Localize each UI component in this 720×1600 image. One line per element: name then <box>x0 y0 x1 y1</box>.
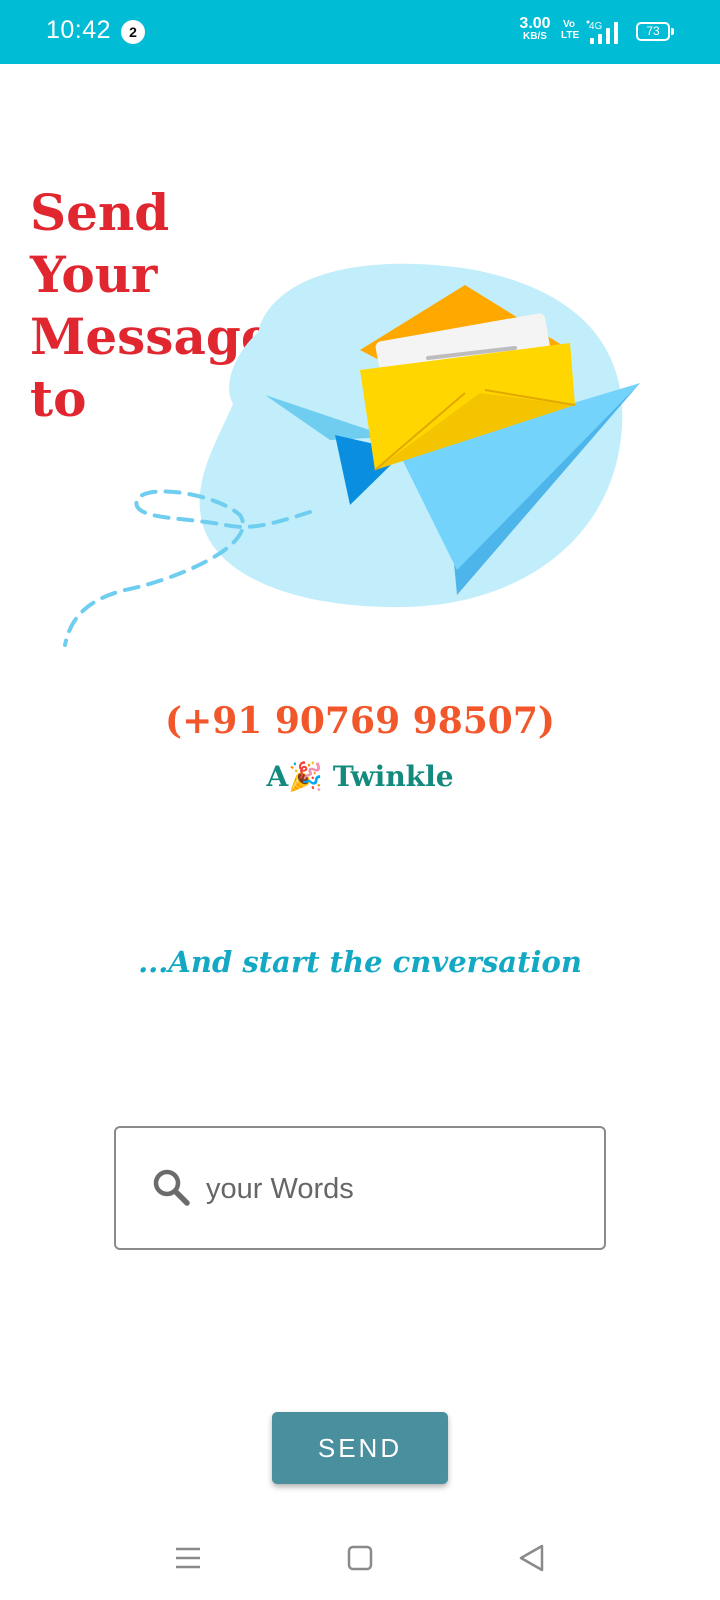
tagline: ...And start the cnversation <box>138 945 582 979</box>
recipient-name-prefix: A <box>266 760 289 793</box>
recipient-name-suffix: Twinkle <box>332 760 454 793</box>
send-button[interactable]: SEND <box>272 1412 448 1484</box>
back-icon[interactable] <box>516 1542 548 1574</box>
network-speed-indicator: 3.00 KB/S <box>516 16 554 42</box>
home-icon[interactable] <box>344 1542 376 1574</box>
message-field[interactable] <box>114 1126 606 1250</box>
volte-indicator: Vo LTE <box>561 19 580 41</box>
battery-indicator: 73 <box>636 22 674 41</box>
headline-line-1: Send <box>30 183 170 242</box>
notification-count-badge: 2 <box>121 20 145 44</box>
search-icon <box>153 1169 190 1206</box>
recipient-phone: (+91 90769 98507) <box>165 700 555 742</box>
volte-top: Vo <box>562 19 576 30</box>
navigation-bar <box>0 1520 720 1600</box>
recipient-name: A🎉 Twinkle <box>0 760 720 793</box>
volte-bottom: LTE <box>561 29 580 41</box>
signal-icon: 4G <box>586 20 618 44</box>
status-bar: 10:42 2 3.00 KB/S Vo LTE 4G 73 <box>0 0 720 64</box>
paper-plane-envelope-illustration <box>63 263 640 647</box>
message-input[interactable] <box>204 1158 588 1220</box>
menu-icon[interactable] <box>172 1542 204 1574</box>
status-time: 10:42 <box>46 16 112 44</box>
network-type-label: 4G <box>589 21 603 32</box>
network-speed-unit: KB/S <box>523 31 547 42</box>
party-popper-emoji: 🎉 <box>288 760 324 793</box>
network-speed-value: 3.00 <box>519 15 551 32</box>
